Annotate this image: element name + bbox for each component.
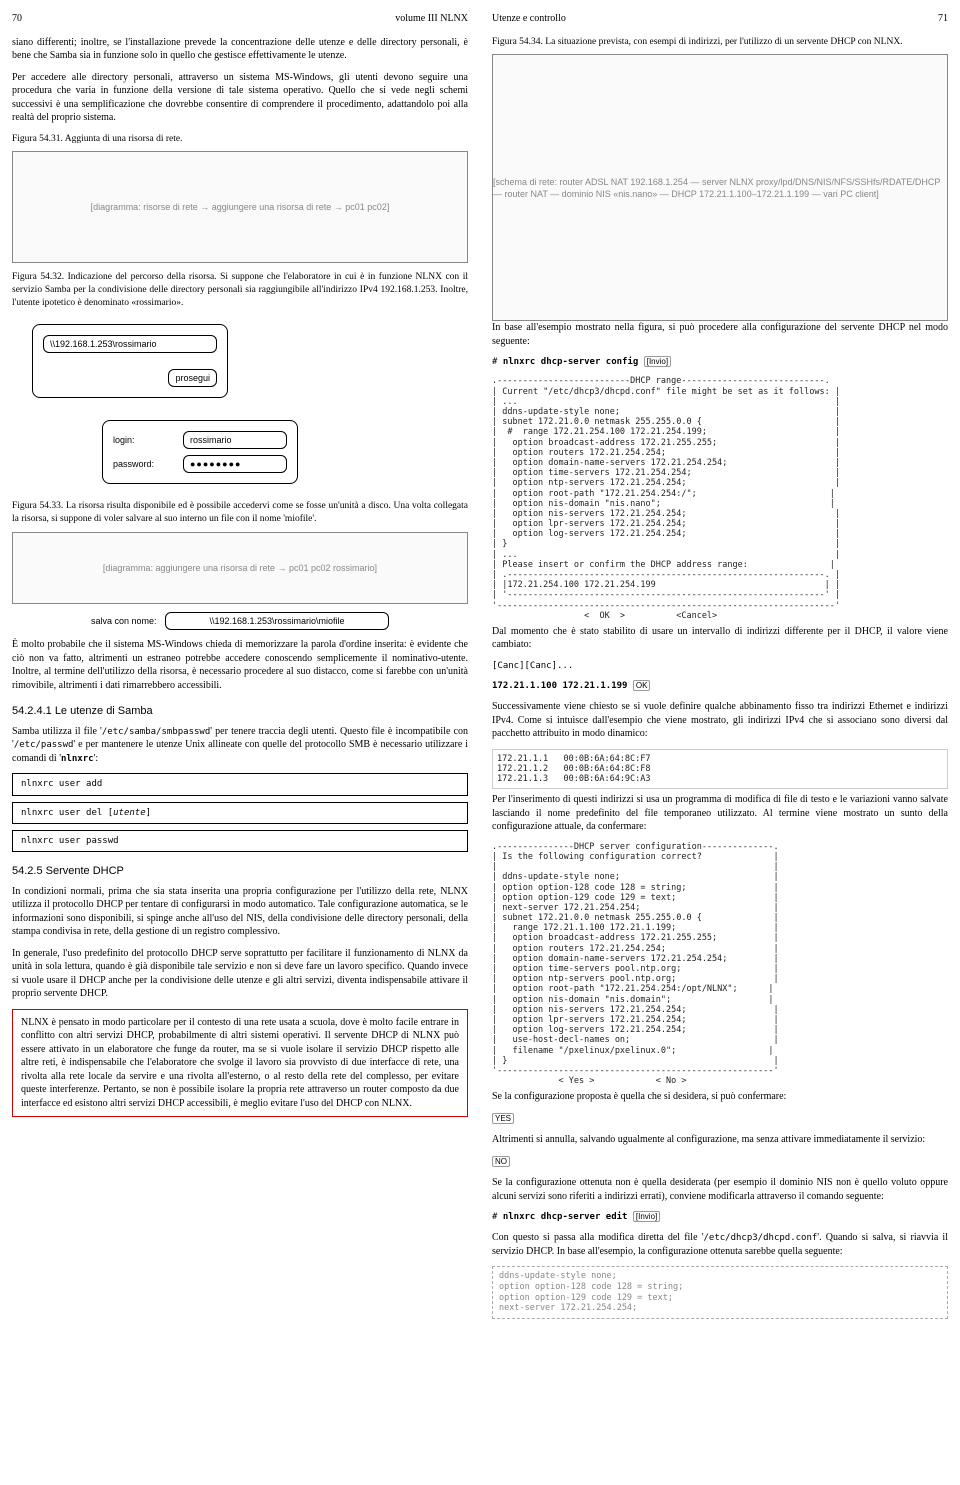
save-value[interactable]: \\192.168.1.253\rossimario\miofile	[165, 612, 389, 630]
code-dhcpd-conf-final: ddns-update-style none; option option-12…	[492, 1266, 948, 1319]
fig-54-34-image: [schema di rete: router ADSL NAT 192.168…	[492, 54, 948, 321]
page-title-left: volume III NLNX	[395, 12, 468, 26]
para: In generale, l'uso predefinito del proto…	[12, 947, 468, 1001]
login-dialog: login: rossimario password: ●●●●●●●●	[102, 420, 298, 484]
fig-54-31-caption: Figura 54.31. Aggiunta di una risorsa di…	[12, 133, 468, 146]
prosegui-button[interactable]: prosegui	[168, 369, 217, 387]
header-left: 70 volume III NLNX	[12, 12, 468, 26]
code-mac-bindings: 172.21.1.1 00:0B:6A:64:8C:F7 172.21.1.2 …	[492, 749, 948, 790]
code-dhcp-range: .--------------------------DHCP range---…	[492, 376, 948, 621]
cmd-dhcp-edit: # nlnxrc dhcp-server edit [Invio]	[492, 1211, 948, 1223]
section-54-2-4-1: 54.2.4.1 Le utenze di Samba	[12, 704, 468, 719]
dialog-login: login: rossimario password: ●●●●●●●●	[102, 412, 468, 492]
para: Se la configurazione proposta è quella c…	[492, 1090, 948, 1104]
seq-canc: [Canc][Canc]...	[492, 660, 948, 672]
unc-path-value: \\192.168.1.253\rossimario	[43, 335, 217, 353]
cmd-dhcp-config: # nlnxrc dhcp-server config [Invio]	[492, 356, 948, 368]
para: Altrimenti si annulla, salvando ugualmen…	[492, 1133, 948, 1147]
key-no[interactable]: NO	[492, 1156, 510, 1167]
left-column: 70 volume III NLNX siano differenti; ino…	[12, 12, 468, 1319]
para: Se la configurazione ottenuta non è quel…	[492, 1176, 948, 1203]
header-right: Utenze e controllo 71	[492, 12, 948, 26]
fig-54-31-image: [diagramma: risorse di rete → aggiungere…	[12, 151, 468, 263]
para: siano differenti; inoltre, se l'installa…	[12, 36, 468, 63]
right-column: Utenze e controllo 71 Figura 54.34. La s…	[492, 12, 948, 1319]
para: È molto probabile che il sistema MS-Wind…	[12, 638, 468, 692]
save-label: salva con nome:	[91, 616, 157, 626]
fig-54-33-image: [diagramma: aggiungere una risorsa di re…	[12, 532, 468, 604]
password-value[interactable]: ●●●●●●●●	[183, 455, 287, 473]
path-dialog: \\192.168.1.253\rossimario prosegui	[32, 324, 228, 398]
fig-54-33-caption: Figura 54.33. La risorsa risulta disponi…	[12, 500, 468, 526]
save-dialog: salva con nome: \\192.168.1.253\rossimar…	[12, 612, 468, 630]
warning-box: NLNX è pensato in modo particolare per i…	[12, 1009, 468, 1118]
page-title-right: Utenze e controllo	[492, 12, 566, 26]
cmd-user-del: nlnxrc user del [utente]	[12, 802, 468, 824]
para: In condizioni normali, prima che sia sta…	[12, 885, 468, 939]
password-label: password:	[113, 458, 173, 470]
login-value[interactable]: rossimario	[183, 431, 287, 449]
para: In base all'esempio mostrato nella figur…	[492, 321, 948, 348]
section-54-2-5: 54.2.5 Servente DHCP	[12, 864, 468, 879]
cmd-range-ok: 172.21.1.100 172.21.1.199 OK	[492, 680, 948, 692]
cmd-user-passwd: nlnxrc user passwd	[12, 830, 468, 852]
para: Dal momento che è stato stabilito di usa…	[492, 625, 948, 652]
para: Per accedere alle directory personali, a…	[12, 71, 468, 125]
fig-54-34-caption: Figura 54.34. La situazione prevista, co…	[492, 36, 948, 49]
key-yes[interactable]: YES	[492, 1113, 514, 1124]
dialog-path: \\192.168.1.253\rossimario prosegui	[32, 316, 468, 406]
login-label: login:	[113, 434, 173, 446]
page-number-left: 70	[12, 12, 22, 26]
fig-54-32-caption: Figura 54.32. Indicazione del percorso d…	[12, 271, 468, 309]
page-number-right: 71	[938, 12, 948, 26]
para: Per l'inserimento di questi indirizzi si…	[492, 793, 948, 834]
para-dhcpd-conf: Con questo si passa alla modifica dirett…	[492, 1231, 948, 1258]
page-spread: 70 volume III NLNX siano differenti; ino…	[12, 12, 948, 1319]
para-samba-files: Samba utilizza il file '/etc/samba/smbpa…	[12, 725, 468, 766]
code-dhcp-confirm: .---------------DHCP server configuratio…	[492, 842, 948, 1087]
cmd-user-add: nlnxrc user add	[12, 773, 468, 795]
para: Successivamente viene chiesto se si vuol…	[492, 700, 948, 741]
